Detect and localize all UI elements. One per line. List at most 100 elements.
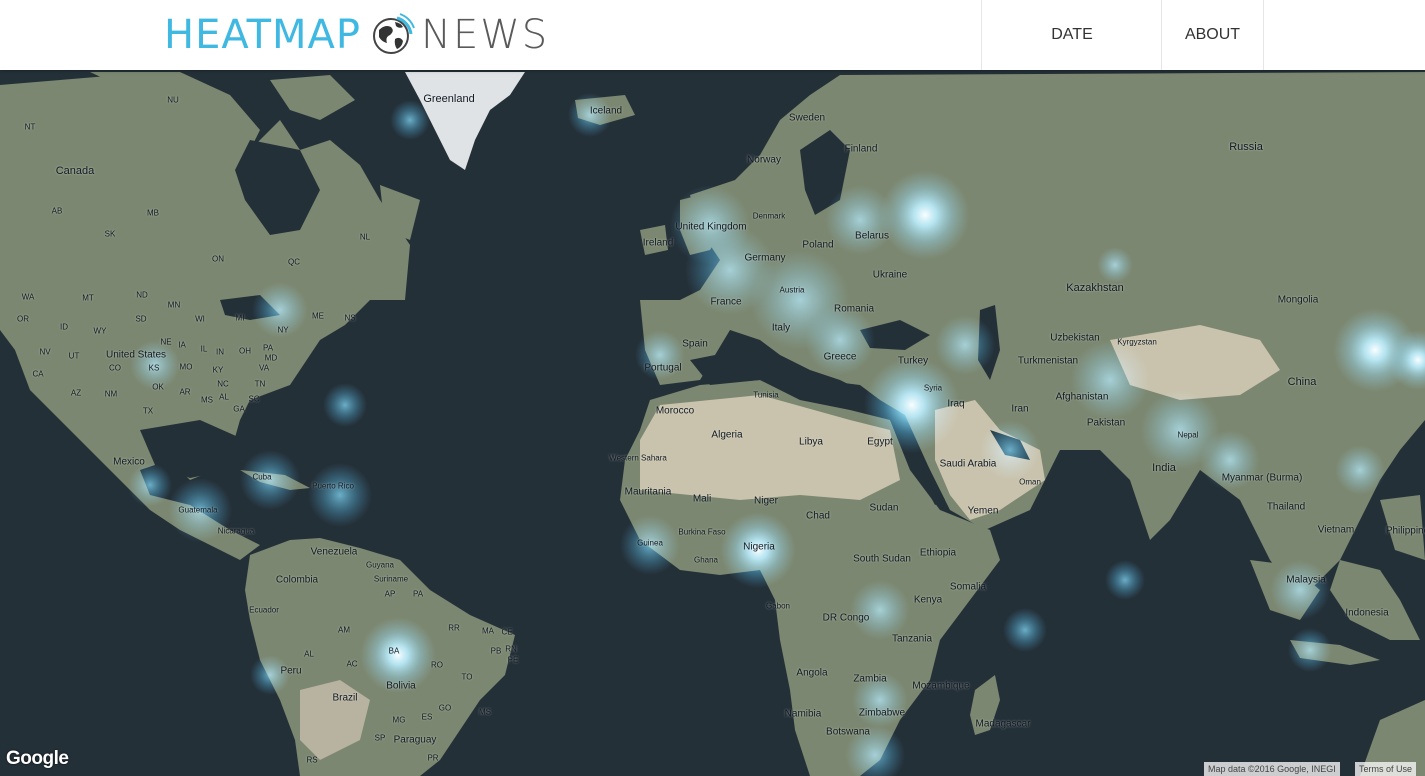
map-label: Guatemala bbox=[178, 505, 218, 515]
map-label: PA bbox=[262, 343, 274, 353]
map-label: AR bbox=[179, 387, 191, 397]
map-label: Western Sahara bbox=[609, 453, 667, 463]
map-label: SK bbox=[104, 229, 116, 239]
map-label: RR bbox=[448, 623, 460, 633]
map-label: AZ bbox=[70, 388, 82, 398]
map-label: MS bbox=[479, 707, 491, 717]
map-label: NE bbox=[160, 337, 172, 347]
map-label: MI bbox=[235, 313, 245, 323]
map-label: China bbox=[1287, 376, 1317, 388]
map-label: Puerto Rico bbox=[312, 481, 354, 491]
map-label: Myanmar (Burma) bbox=[1221, 472, 1303, 484]
map-label: Saudi Arabia bbox=[939, 458, 997, 470]
map-label: NU bbox=[167, 95, 179, 105]
map-label: Venezuela bbox=[310, 546, 358, 558]
map-label: Iceland bbox=[589, 105, 623, 117]
map-label: MS bbox=[201, 395, 213, 405]
map-label: PB bbox=[490, 646, 502, 656]
map-label: PR bbox=[427, 753, 439, 763]
map-label: DR Congo bbox=[822, 612, 870, 624]
map-label: Belarus bbox=[855, 230, 889, 242]
map-label: RN bbox=[505, 644, 517, 654]
map-label: United States bbox=[105, 349, 167, 361]
map-label: Finland bbox=[844, 143, 878, 155]
map-label: NV bbox=[39, 347, 51, 357]
map-label: CO bbox=[109, 363, 121, 373]
map-label: Canada bbox=[55, 165, 95, 177]
map-label: NY bbox=[277, 325, 289, 335]
heat-spot-south-china bbox=[1335, 445, 1385, 495]
map-label: Malaysia bbox=[1286, 574, 1326, 586]
map-label: WA bbox=[21, 292, 35, 302]
map-label: ME bbox=[312, 311, 324, 321]
map-label: Kyrgyzstan bbox=[1117, 337, 1157, 347]
map-label: Ukraine bbox=[872, 269, 908, 281]
map-label: Niger bbox=[754, 495, 778, 507]
world-heatmap[interactable]: Greenland Iceland Sweden Norway Finland Russi… bbox=[0, 70, 1425, 776]
map-label: Colombia bbox=[275, 574, 319, 586]
map-label: Ecuador bbox=[249, 605, 279, 615]
map-label: IL bbox=[200, 344, 208, 354]
map-label: Indonesia bbox=[1345, 607, 1389, 619]
map-label: MT bbox=[82, 293, 94, 303]
map-label: BA bbox=[388, 646, 400, 656]
map-canvas bbox=[0, 70, 1425, 776]
map-label: Germany bbox=[744, 252, 786, 264]
map-label: TX bbox=[142, 406, 154, 416]
map-label: Tanzania bbox=[891, 633, 933, 645]
map-label: Morocco bbox=[655, 405, 695, 417]
heat-spot-gulf bbox=[980, 420, 1040, 480]
map-label: QC bbox=[288, 257, 300, 267]
map-label: Romania bbox=[833, 303, 875, 315]
map-label: IN bbox=[216, 347, 224, 357]
map-label: AB bbox=[51, 206, 63, 216]
heat-spot-puerto-rico bbox=[308, 463, 372, 527]
map-label: Guinea bbox=[637, 538, 663, 548]
terms-of-use-link[interactable]: Terms of Use bbox=[1355, 762, 1417, 776]
heat-spot-kazakhstan bbox=[1097, 247, 1133, 283]
map-label: Brazil bbox=[332, 692, 358, 704]
map-label: Tunisia bbox=[753, 390, 779, 400]
map-label: NC bbox=[217, 379, 229, 389]
map-label: UT bbox=[68, 351, 80, 361]
map-label: Greece bbox=[823, 351, 857, 363]
map-label: Nigeria bbox=[743, 541, 775, 553]
heat-spot-malaysia bbox=[1270, 560, 1330, 620]
brand-logo[interactable]: HEATMAP NEWS bbox=[164, 8, 549, 62]
map-label: KS bbox=[148, 363, 160, 373]
map-label: ND bbox=[136, 290, 148, 300]
map-label: GO bbox=[438, 703, 452, 713]
map-label: ES bbox=[421, 712, 433, 722]
map-label: Norway bbox=[747, 154, 781, 166]
nav-about-link[interactable]: ABOUT bbox=[1161, 0, 1264, 70]
map-label: Syria bbox=[923, 383, 943, 393]
map-label: RO bbox=[431, 660, 443, 670]
map-label: Portugal bbox=[644, 362, 682, 374]
map-label: Guyana bbox=[365, 560, 395, 570]
map-label: Suriname bbox=[373, 574, 409, 584]
map-label: Mozambique bbox=[912, 680, 970, 692]
map-label: PE bbox=[507, 655, 519, 665]
google-logo: Google bbox=[6, 748, 69, 769]
map-label: MG bbox=[392, 715, 406, 725]
map-label: Spain bbox=[682, 338, 708, 350]
map-label: Ireland bbox=[642, 237, 674, 249]
map-label: PA bbox=[412, 589, 424, 599]
map-label: Poland bbox=[802, 239, 834, 251]
map-label: South Sudan bbox=[853, 553, 911, 565]
map-label: SP bbox=[374, 733, 386, 743]
nav-date-link[interactable]: DATE bbox=[981, 0, 1162, 70]
map-label: SC bbox=[248, 394, 260, 404]
heat-spot-balkans bbox=[805, 305, 875, 375]
map-label: Zimbabwe bbox=[858, 707, 906, 719]
map-label: SD bbox=[135, 314, 147, 324]
map-label: WI bbox=[195, 314, 205, 324]
map-label: ON bbox=[212, 254, 224, 264]
map-label: Italy bbox=[771, 322, 791, 334]
map-label: Oman bbox=[1019, 477, 1041, 487]
map-label: MA bbox=[482, 626, 494, 636]
map-label: CE bbox=[501, 627, 513, 637]
map-label: AM bbox=[338, 625, 350, 635]
map-label: Denmark bbox=[752, 211, 786, 221]
map-label: OR bbox=[17, 314, 29, 324]
